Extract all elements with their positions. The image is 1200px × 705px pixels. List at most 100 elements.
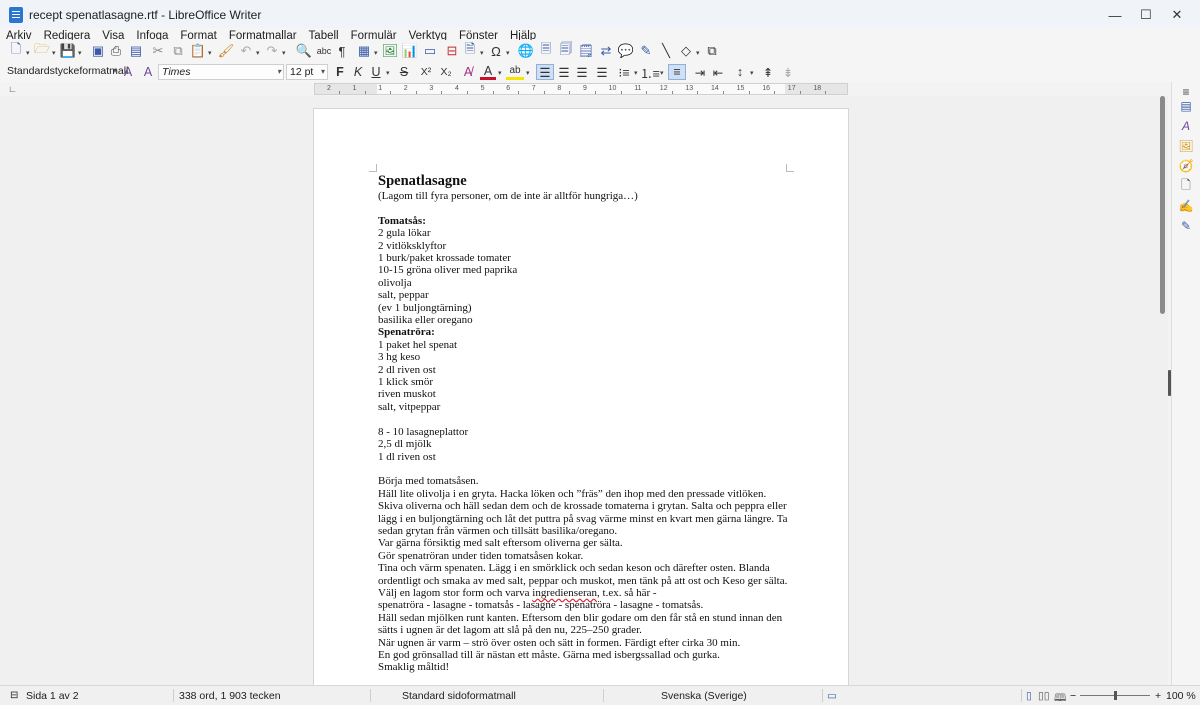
style-inspector-icon[interactable]: ✍ — [1178, 198, 1194, 214]
tab-stop-type-icon[interactable]: ∟ — [8, 84, 17, 94]
justify-button[interactable]: ☰ — [594, 64, 610, 80]
book-view-icon[interactable]: 🕮 — [1054, 690, 1066, 705]
superscript-button[interactable]: X² — [418, 64, 434, 80]
gallery-icon[interactable]: 🖼 — [1178, 138, 1194, 154]
insert-image-icon[interactable]: 🖼 — [382, 43, 399, 59]
decrease-paragraph-spacing-icon[interactable]: ⇟ — [780, 64, 796, 80]
hyperlink-icon[interactable]: 🌐 — [518, 43, 534, 59]
styles-icon[interactable]: A — [1178, 118, 1194, 134]
undo-dropdown-icon[interactable]: ▾ — [256, 49, 260, 57]
insert-table-icon[interactable]: ▦ — [356, 43, 372, 59]
copy-icon[interactable]: ⧉ — [170, 43, 186, 59]
numbered-list-icon[interactable]: ⒈≡ — [640, 64, 660, 81]
subscript-button[interactable]: X₂ — [438, 64, 454, 80]
insert-textbox-icon[interactable]: ▭ — [422, 43, 438, 59]
page-style-status[interactable]: Standard sidoformatmall — [402, 690, 516, 702]
document-page[interactable]: Spenatlasagne (Lagom till fyra personer,… — [313, 108, 849, 705]
table-dropdown-icon[interactable]: ▾ — [374, 49, 378, 57]
font-color-button[interactable]: A — [480, 64, 496, 80]
increase-indent-icon[interactable]: ⇥ — [692, 64, 708, 80]
zoom-in-button[interactable]: + — [1155, 690, 1161, 702]
align-center-button[interactable]: ☰ — [556, 64, 572, 80]
horizontal-ruler[interactable]: 2 1 1 2 3 4 5 6 7 8 9 10 11 12 13 14 15 16 17 18 — [314, 83, 848, 95]
scrollbar-thumb[interactable] — [1160, 96, 1165, 314]
bullet-dropdown-icon[interactable]: ▾ — [634, 69, 638, 77]
new-style-icon[interactable]: A — [140, 64, 156, 80]
page-icon[interactable]: 🗋 — [1178, 178, 1194, 194]
formatting-marks-icon[interactable]: ¶ — [334, 43, 350, 59]
paste-dropdown-icon[interactable]: ▾ — [208, 49, 212, 57]
spellcheck-icon[interactable]: abc — [316, 43, 332, 59]
misspelled-word[interactable]: ingredienseran — [532, 587, 597, 599]
cut-icon[interactable]: ✂ — [150, 43, 166, 59]
clear-formatting-icon[interactable]: A̸ — [460, 64, 476, 80]
align-right-button[interactable]: ☰ — [574, 64, 590, 80]
new-dropdown-icon[interactable]: ▾ — [26, 49, 30, 57]
multi-page-view-icon[interactable]: ▯▯ — [1038, 690, 1050, 702]
properties-icon[interactable]: ▤ — [1178, 98, 1194, 114]
font-name-combo[interactable]: Times ▾ — [158, 64, 284, 80]
draw-functions-icon[interactable]: ⧉ — [704, 43, 720, 59]
special-char-dropdown-icon[interactable]: ▾ — [506, 49, 510, 57]
export-pdf-icon[interactable]: ▣ — [90, 43, 106, 59]
bookmark-icon[interactable]: 🗒 — [578, 43, 595, 59]
outline-format-icon[interactable]: ≡ — [668, 64, 686, 80]
clone-formatting-icon[interactable]: 🖌 — [218, 43, 235, 59]
track-changes-icon[interactable]: ✎ — [638, 43, 654, 59]
redo-dropdown-icon[interactable]: ▾ — [282, 49, 286, 57]
save-dropdown-icon[interactable]: ▾ — [78, 49, 82, 57]
comment-icon[interactable]: 💬 — [618, 43, 634, 59]
cross-reference-icon[interactable]: ⇄ — [598, 43, 614, 59]
new-document-icon[interactable]: 🗋 — [8, 41, 24, 59]
open-dropdown-icon[interactable]: ▾ — [52, 49, 56, 57]
font-color-dropdown-icon[interactable]: ▾ — [498, 69, 502, 77]
zoom-level[interactable]: 100 % — [1166, 690, 1196, 702]
underline-dropdown-icon[interactable]: ▾ — [386, 69, 390, 77]
underline-button[interactable]: U — [368, 64, 384, 80]
line-icon[interactable]: ╲ — [658, 43, 674, 59]
open-folder-icon[interactable]: 🗁 — [34, 41, 50, 59]
highlight-button[interactable]: ab — [506, 64, 524, 80]
manage-changes-icon[interactable]: ✎ — [1178, 218, 1194, 234]
special-character-icon[interactable]: Ω — [488, 43, 504, 59]
single-page-view-icon[interactable]: ▯ — [1026, 690, 1032, 702]
find-replace-icon[interactable]: 🔍 — [296, 43, 312, 59]
highlight-dropdown-icon[interactable]: ▾ — [526, 69, 530, 77]
strikethrough-button[interactable]: S — [396, 64, 412, 80]
align-left-button[interactable]: ☰ — [536, 64, 554, 80]
bold-button[interactable]: F — [332, 64, 348, 80]
print-icon[interactable]: ⎙ — [108, 43, 124, 59]
numbering-dropdown-icon[interactable]: ▾ — [660, 69, 664, 77]
language-status[interactable]: Svenska (Sverige) — [661, 690, 747, 702]
italic-button[interactable]: K — [350, 64, 366, 80]
zoom-slider-knob[interactable] — [1114, 691, 1117, 700]
zoom-out-button[interactable]: − — [1070, 690, 1076, 702]
field-dropdown-icon[interactable]: ▾ — [480, 49, 484, 57]
word-count[interactable]: 338 ord, 1 903 tecken — [179, 690, 281, 702]
decrease-indent-icon[interactable]: ⇤ — [710, 64, 726, 80]
page-status-icon[interactable]: ⊟ — [10, 690, 18, 701]
footnote-icon[interactable]: 🗏 — [538, 41, 554, 59]
insert-page-break-icon[interactable]: ⊟ — [444, 43, 460, 59]
insert-chart-icon[interactable]: 📊 — [402, 43, 418, 59]
insert-field-icon[interactable]: 🗎 — [462, 41, 478, 59]
font-size-combo[interactable]: 12 pt ▾ — [286, 64, 328, 80]
bullet-list-icon[interactable]: ⁝≡ — [616, 64, 632, 80]
basic-shapes-icon[interactable]: ◇ — [678, 43, 694, 59]
line-spacing-dropdown-icon[interactable]: ▾ — [750, 69, 754, 77]
navigator-icon[interactable]: 🧭 — [1178, 158, 1194, 174]
paragraph-style-combo[interactable]: Standardstyckeformatmall ▾ — [4, 64, 128, 80]
shapes-dropdown-icon[interactable]: ▾ — [696, 49, 700, 57]
increase-paragraph-spacing-icon[interactable]: ⇞ — [760, 64, 776, 80]
selection-mode-icon[interactable]: ▭ — [827, 690, 837, 702]
close-button[interactable]: ✕ — [1154, 0, 1200, 30]
endnote-icon[interactable]: 🗐 — [558, 41, 574, 59]
document-body[interactable]: Spenatlasagne (Lagom till fyra personer,… — [378, 173, 798, 674]
vertical-scrollbar[interactable] — [1157, 96, 1167, 685]
save-icon[interactable]: 💾 — [60, 43, 76, 59]
paste-icon[interactable]: 📋 — [190, 43, 206, 59]
print-preview-icon[interactable]: ▤ — [128, 43, 144, 59]
update-style-icon[interactable]: A — [120, 64, 136, 80]
line-spacing-icon[interactable]: ↕ — [732, 64, 748, 80]
undo-icon[interactable]: ↶ — [238, 43, 254, 59]
